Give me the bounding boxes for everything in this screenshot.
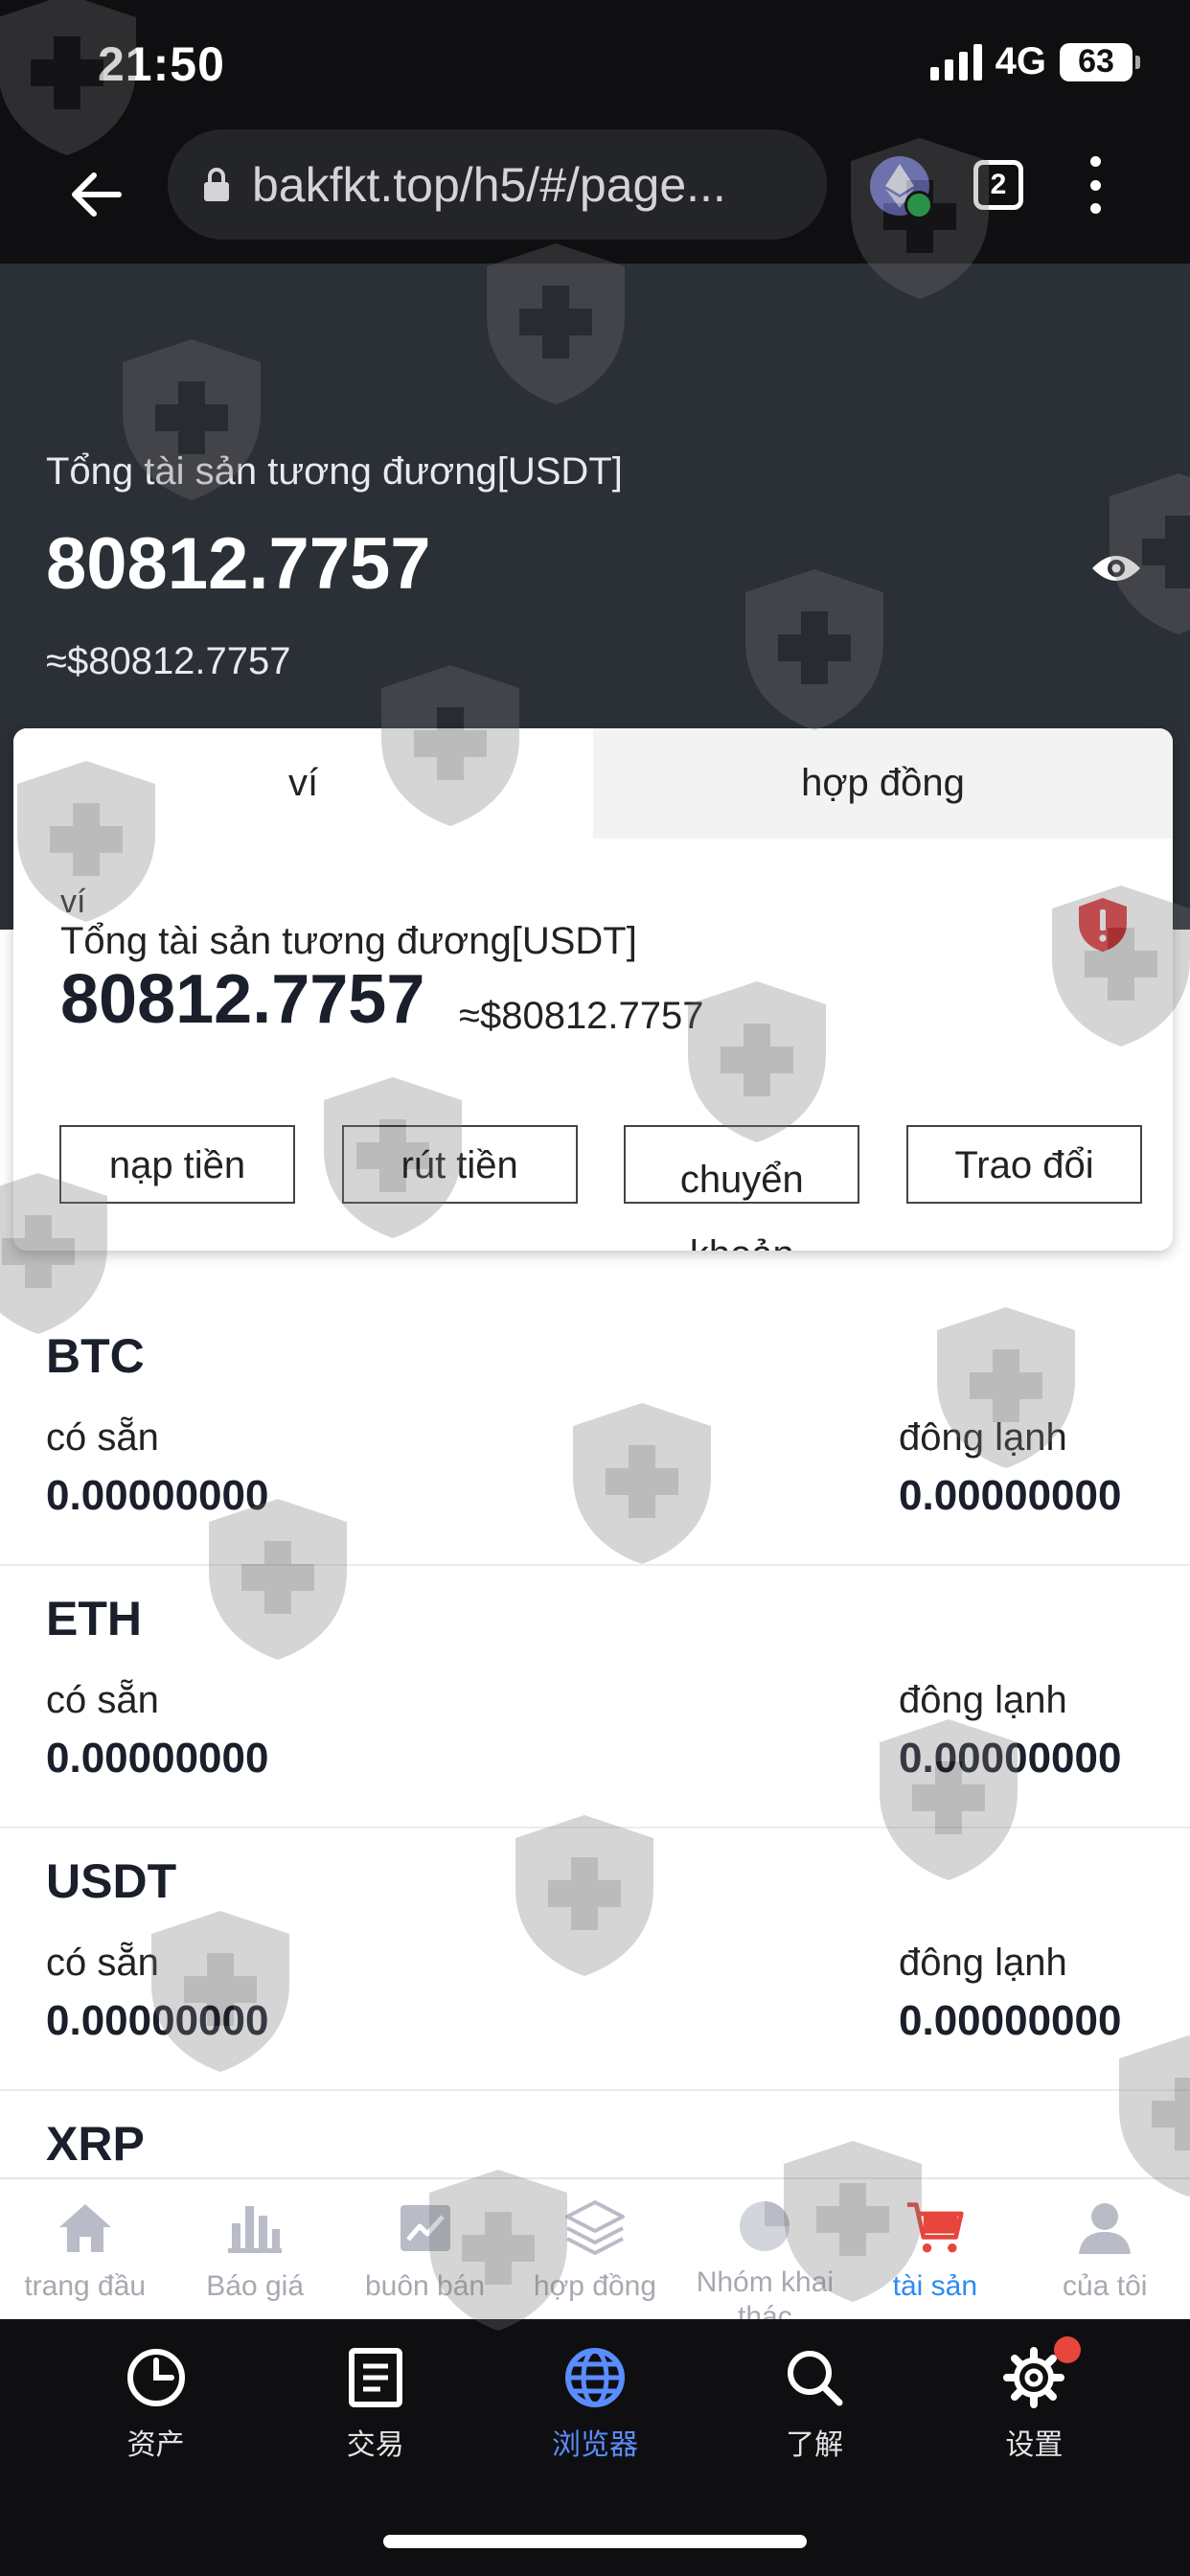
bar-chart-icon [225,2198,285,2258]
eye-icon[interactable] [1090,549,1142,587]
tab-wallet[interactable]: ví [13,728,593,839]
wallet-tabs: ví hợp đồng [13,728,1173,839]
user-icon [1075,2198,1134,2258]
connected-indicator [904,191,933,219]
available-label: có sẵn [46,1679,159,1721]
wallet-card: ví hợp đồng ví Tổng tài sản tương đương[… [13,728,1173,1251]
nav-label: tài sản [892,2270,978,2302]
notification-dot [1054,2336,1082,2363]
url-text: bakfkt.top/h5/#/page... [252,157,726,212]
coin-row-usdt[interactable]: USDT có sẵn 0.00000000 đông lạnh 0.00000… [0,1828,1190,2091]
signal-icon [929,43,982,80]
toolbar-label: 设置 [1005,2429,1064,2461]
clock-pie-icon [125,2346,188,2409]
deposit-button[interactable]: nạp tiền [59,1125,295,1204]
arrow-left-icon [72,172,122,217]
coin-name: BTC [46,1329,145,1383]
browser-toolbar: 资产 交易 浏览器 了解 设置 [0,2319,1190,2576]
available-value: 0.00000000 [46,1997,269,2044]
nav-contract[interactable]: hợp đồng [510,2179,679,2319]
toolbar-label: 交易 [346,2429,404,2461]
address-bar[interactable]: bakfkt.top/h5/#/page... [168,129,827,240]
status-bar: 21:50 4G 63 [0,0,1190,129]
network-type: 4G [995,40,1046,82]
nav-trade[interactable]: buôn bán [340,2179,510,2319]
nav-home[interactable]: trang đầu [0,2179,170,2319]
nav-profile[interactable]: của tôi [1020,2179,1190,2319]
nav-quotes[interactable]: Báo giá [170,2179,339,2319]
layers-icon [564,2198,625,2258]
home-icon [56,2198,115,2258]
frozen-value: 0.00000000 [899,1735,1122,1782]
nav-label: buôn bán [364,2270,486,2302]
tab-contract[interactable]: hợp đồng [593,728,1173,839]
coin-row-eth[interactable]: ETH có sẵn 0.00000000 đông lạnh 0.000000… [0,1566,1190,1828]
search-icon [783,2346,846,2409]
wallet-total-label: Tổng tài sản tương đương[USDT] [60,920,637,962]
nav-label: trang đầu [24,2270,147,2302]
battery-icon: 63 [1060,42,1140,81]
nav-label: của tôi [1063,2270,1148,2302]
document-icon [344,2346,407,2409]
transfer-label: chuyển khoản [679,1159,804,1251]
toolbar-label: 了解 [786,2429,844,2461]
toolbar-assets[interactable]: 资产 [65,2346,247,2463]
nav-assets[interactable]: tài sản [850,2179,1019,2319]
toolbar-browser[interactable]: 浏览器 [504,2346,686,2463]
more-options-icon[interactable] [1081,156,1110,214]
exchange-button[interactable]: Trao đổi [905,1125,1142,1204]
deposit-label: nạp tiền [108,1144,246,1186]
total-assets-value: 80812.7757 [46,523,431,605]
nav-label: hợp đồng [533,2270,657,2302]
frozen-value: 0.00000000 [899,1472,1122,1519]
available-label: có sẵn [46,1416,159,1459]
withdraw-button[interactable]: rút tiền [341,1125,578,1204]
transfer-button[interactable]: chuyển khoản [624,1125,860,1251]
back-button[interactable] [57,156,134,233]
toolbar-label: 资产 [126,2429,185,2461]
toolbar-trade[interactable]: 交易 [285,2346,467,2463]
coin-row-btc[interactable]: BTC có sẵn 0.00000000 đông lạnh 0.000000… [0,1303,1190,1566]
wallet-subtitle: ví [60,884,86,920]
wallet-actions: nạp tiền rút tiền chuyển khoản Trao đổi [59,1125,1142,1251]
frozen-label: đông lạnh [899,1416,1067,1459]
tab-switcher-button[interactable]: 2 [973,160,1023,210]
lock-icon [202,167,231,203]
frozen-label: đông lạnh [899,1942,1067,1984]
total-assets-label: Tổng tài sản tương đương[USDT] [46,450,623,493]
home-indicator [383,2535,807,2548]
nav-label: Báo giá [206,2270,304,2302]
coin-name: USDT [46,1854,177,1908]
frozen-label: đông lạnh [899,1679,1067,1721]
wallet-total-approx: ≈$80812.7757 [459,995,704,1037]
browser-bar: bakfkt.top/h5/#/page... 2 [0,129,1190,264]
available-value: 0.00000000 [46,1472,269,1519]
withdraw-label: rút tiền [400,1144,518,1186]
toolbar-learn[interactable]: 了解 [723,2346,905,2463]
app-bottom-nav: trang đầu Báo giá buôn bán hợp đồng Nhóm… [0,2177,1190,2333]
coin-name: XRP [46,2117,145,2171]
globe-icon [563,2346,627,2409]
status-time: 21:50 [98,37,225,91]
total-assets-approx: ≈$80812.7757 [46,640,291,682]
shield-alert-icon [1077,896,1129,954]
trend-chart-icon [396,2198,455,2258]
toolbar-settings[interactable]: 设置 [943,2336,1125,2463]
battery-level: 63 [1078,43,1114,80]
toolbar-label: 浏览器 [551,2429,638,2461]
available-label: có sẵn [46,1942,159,1984]
status-indicators: 4G 63 [929,40,1140,83]
wallet-total-value: 80812.7757 [60,961,425,1038]
available-value: 0.00000000 [46,1735,269,1782]
frozen-value: 0.00000000 [899,1997,1122,2044]
coin-name: ETH [46,1592,142,1645]
pie-icon [735,2198,794,2254]
nav-mining-group[interactable]: Nhóm khai thác [680,2179,850,2333]
exchange-label: Trao đổi [954,1144,1094,1186]
cart-icon [905,2198,965,2258]
